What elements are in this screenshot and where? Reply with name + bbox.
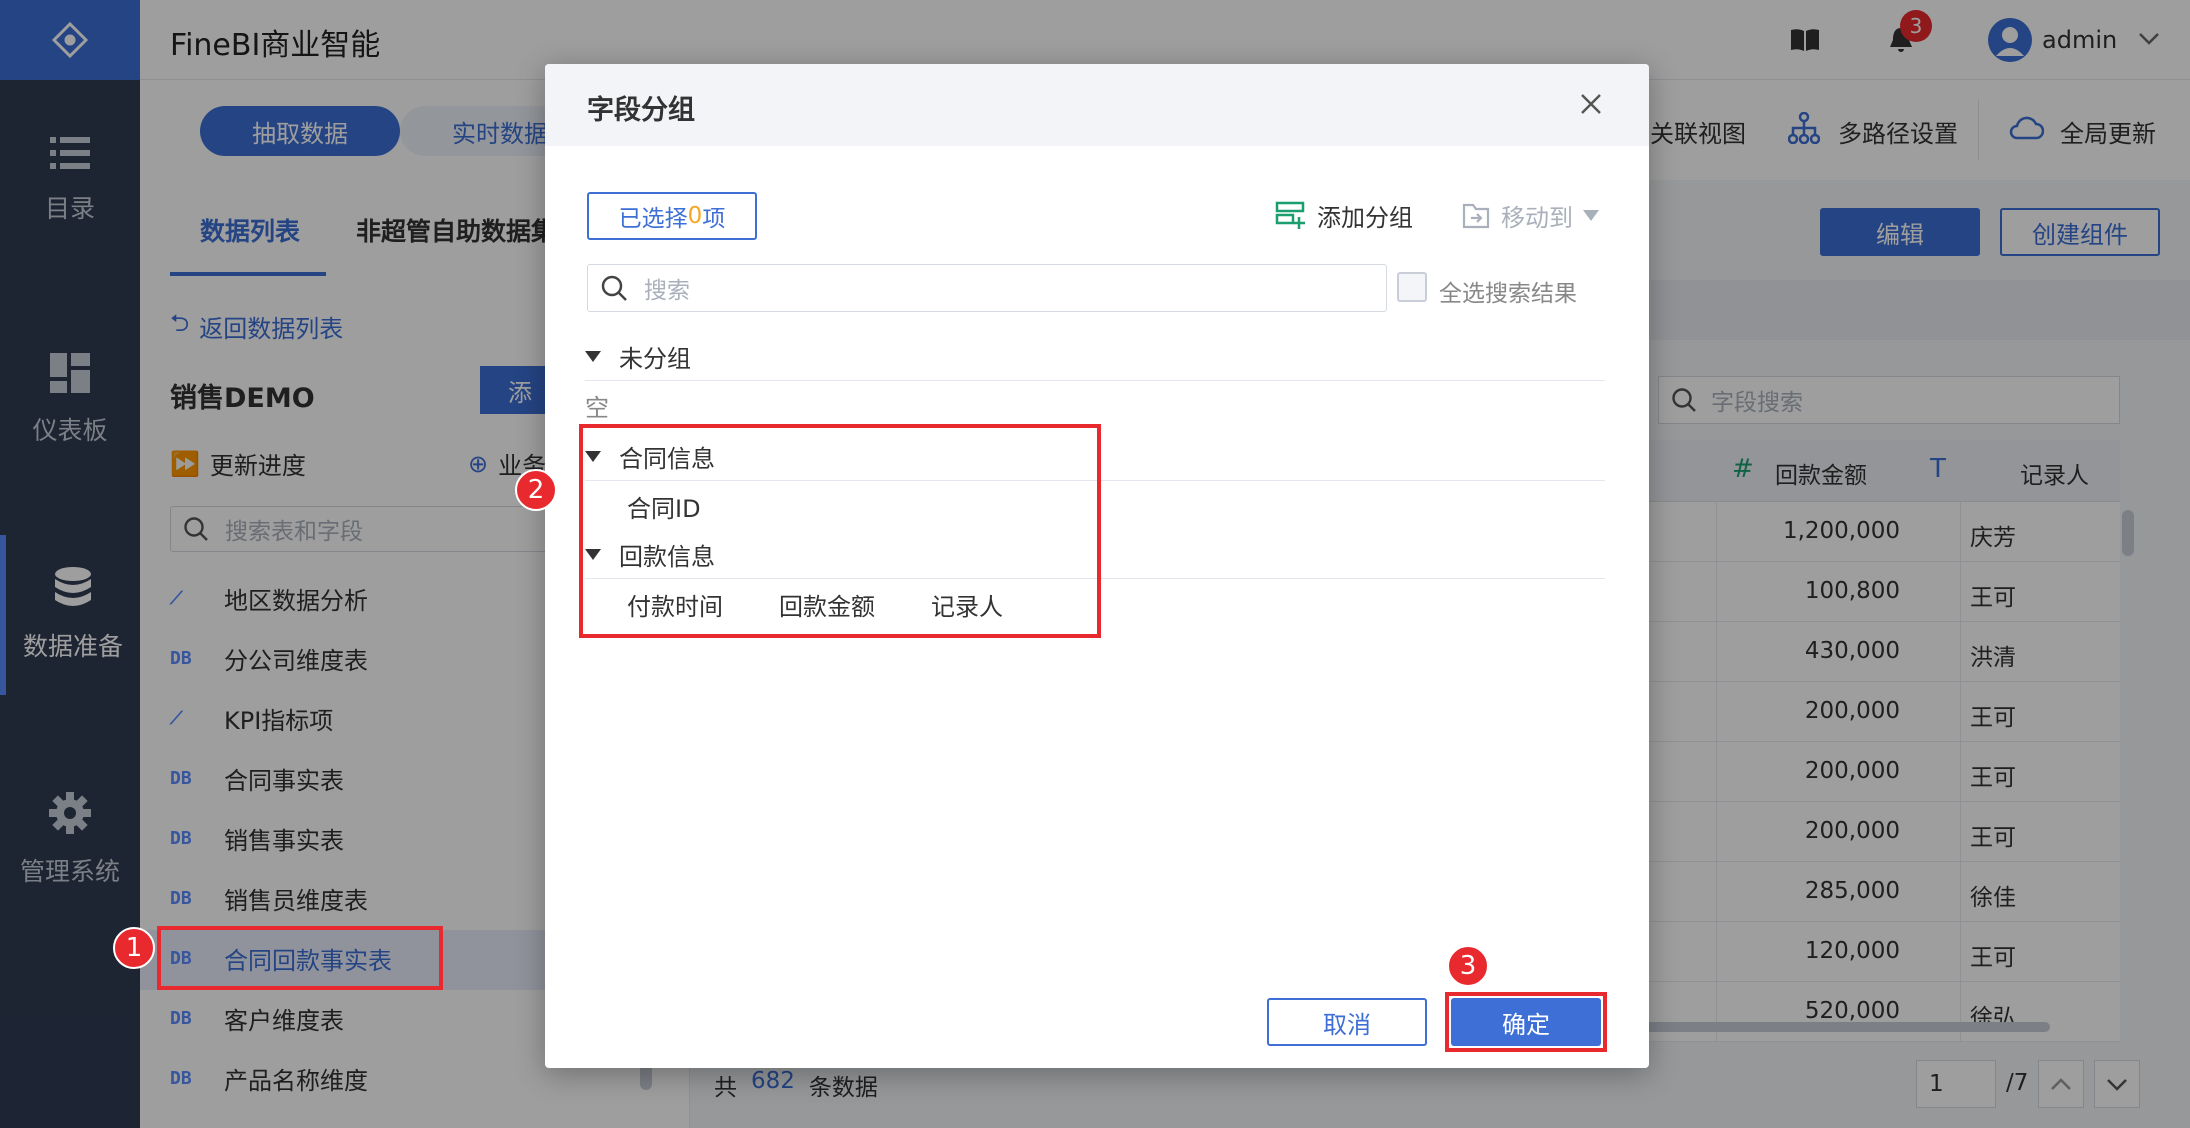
group-ungrouped[interactable]: 未分组 bbox=[585, 334, 691, 378]
dialog-search-placeholder: 搜索 bbox=[644, 278, 690, 304]
group-label: 未分组 bbox=[619, 344, 691, 373]
selected-count: 0 bbox=[687, 203, 703, 229]
selected-count-button[interactable]: 已选择 0 项 bbox=[587, 192, 757, 240]
select-all-checkbox[interactable] bbox=[1397, 272, 1427, 302]
add-group-label: 添加分组 bbox=[1317, 204, 1413, 232]
empty-label: 空 bbox=[585, 394, 609, 422]
close-icon[interactable] bbox=[1579, 92, 1603, 116]
dialog-header: 字段分组 bbox=[545, 64, 1649, 146]
annotation-box-2 bbox=[579, 424, 1101, 638]
add-group-button[interactable]: 添加分组 bbox=[1275, 198, 1413, 233]
annotation-badge-2: 2 bbox=[515, 469, 557, 511]
annotation-box-1 bbox=[157, 926, 443, 990]
selected-prefix: 已选择 bbox=[618, 206, 688, 232]
cancel-button[interactable]: 取消 bbox=[1267, 998, 1427, 1046]
dialog-title: 字段分组 bbox=[587, 95, 695, 126]
move-to-button[interactable]: 移动到 bbox=[1461, 198, 1599, 233]
caret-down-icon bbox=[585, 350, 601, 362]
annotation-badge-3: 3 bbox=[1447, 945, 1489, 987]
move-to-label: 移动到 bbox=[1501, 204, 1573, 232]
move-icon bbox=[1462, 203, 1490, 228]
app-root: 目录 仪表板 数据准备 管理系统 FineBI商业智能 3 admin 抽取数据… bbox=[0, 0, 2190, 1128]
caret-down-icon bbox=[1583, 210, 1599, 221]
dialog-search-input[interactable]: 搜索 bbox=[587, 264, 1387, 312]
divider bbox=[585, 380, 1605, 381]
annotation-badge-1: 1 bbox=[113, 927, 155, 969]
selected-suffix: 项 bbox=[702, 206, 726, 232]
search-icon bbox=[601, 275, 627, 301]
annotation-box-3 bbox=[1445, 992, 1607, 1052]
field-group-dialog: 字段分组 已选择 0 项 添加分组 移动到 搜索 全选搜索结果 未分组 空 合同信息… bbox=[545, 64, 1649, 1068]
add-group-icon bbox=[1275, 201, 1305, 229]
select-all-label: 全选搜索结果 bbox=[1439, 281, 1577, 307]
